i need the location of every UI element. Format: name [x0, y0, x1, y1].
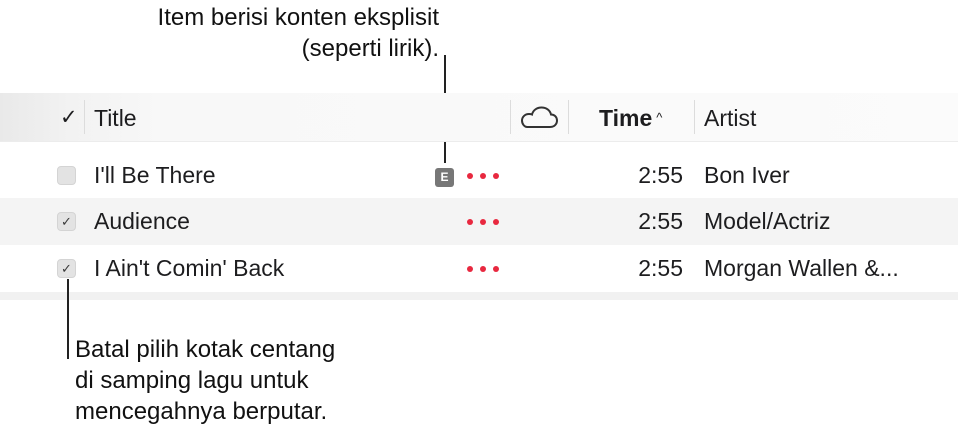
song-artist: Morgan Wallen &... — [704, 255, 899, 281]
uncheck-callout-line2: di samping lagu untuk — [75, 367, 309, 394]
song-checkbox[interactable]: ✓ — [57, 212, 76, 231]
uncheck-callout-line3: mencegahnya berputar. — [75, 398, 328, 425]
header-cloud-column[interactable] — [519, 106, 559, 136]
cloud-icon — [520, 106, 559, 128]
header-time-label: Time — [599, 105, 653, 131]
header-artist-column[interactable]: Artist — [704, 104, 756, 132]
ellipsis-icon[interactable] — [467, 219, 503, 227]
table-row[interactable]: ✓ I Ain't Comin' Back 2:55 Morgan Wallen… — [0, 245, 958, 292]
table-header: ✓ Title Time ^ Artist — [0, 93, 958, 142]
uncheck-callout-line1: Batal pilih kotak centang — [75, 336, 336, 363]
explicit-badge-icon: E — [435, 168, 454, 187]
column-divider[interactable] — [510, 100, 511, 134]
explicit-callout-line1: Item berisi konten eksplisit — [157, 4, 439, 31]
header-check-column[interactable]: ✓ — [60, 104, 78, 132]
table-row[interactable]: ✓ Audience 2:55 Model/Actriz — [0, 198, 958, 245]
column-divider[interactable] — [694, 100, 695, 134]
table-footer-strip — [0, 292, 958, 300]
header-time-column[interactable]: Time ^ — [599, 104, 662, 136]
song-title: I Ain't Comin' Back — [94, 255, 285, 281]
explicit-callout: Item berisi konten eksplisit (seperti li… — [158, 2, 439, 64]
column-divider[interactable] — [84, 100, 85, 134]
song-title: Audience — [94, 208, 190, 234]
sort-ascending-icon: ^ — [656, 110, 663, 125]
song-time: 2:55 — [638, 208, 683, 234]
explicit-callout-line2: (seperti lirik). — [301, 35, 439, 62]
song-checkbox[interactable] — [57, 166, 76, 185]
song-list-table: ✓ Title Time ^ Artist I'll Be There E 2:5… — [0, 93, 958, 300]
song-time: 2:55 — [638, 162, 683, 188]
ellipsis-icon[interactable] — [467, 266, 503, 274]
song-artist: Bon Iver — [704, 162, 790, 188]
column-divider[interactable] — [568, 100, 569, 134]
ellipsis-icon[interactable] — [467, 173, 503, 181]
table-row[interactable]: I'll Be There E 2:55 Bon Iver — [0, 152, 958, 199]
uncheck-callout: Batal pilih kotak centang di samping lag… — [75, 334, 335, 427]
song-checkbox[interactable]: ✓ — [57, 259, 76, 278]
song-time: 2:55 — [638, 255, 683, 281]
header-title-column[interactable]: Title — [94, 104, 137, 132]
uncheck-callout-leader — [67, 279, 69, 359]
song-artist: Model/Actriz — [704, 208, 831, 234]
song-title: I'll Be There — [94, 162, 216, 188]
